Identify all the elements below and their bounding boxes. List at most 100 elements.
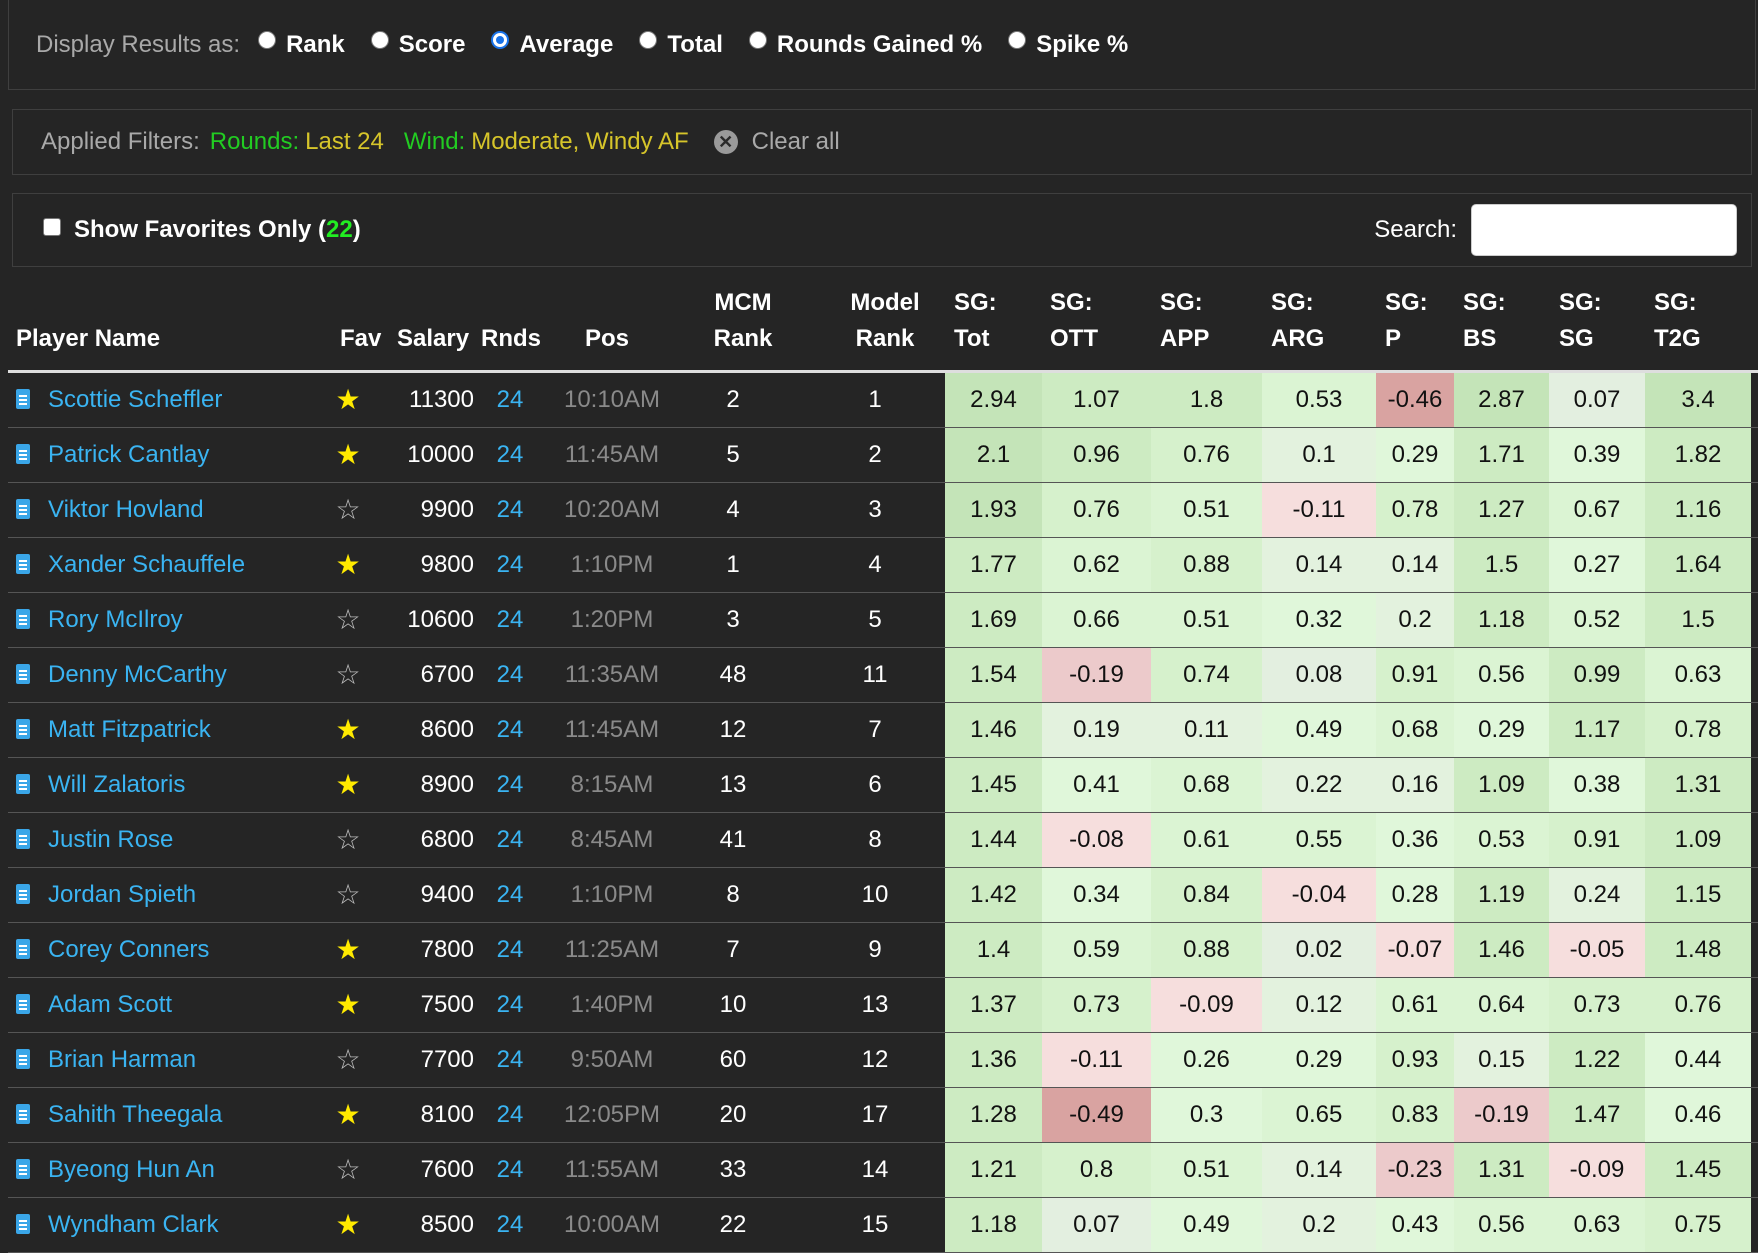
star-filled-icon[interactable]: ★ <box>334 978 362 1032</box>
player-name-link[interactable]: Denny McCarthy <box>48 648 227 702</box>
star-filled-icon[interactable]: ★ <box>334 923 362 977</box>
radio-circle[interactable] <box>1008 30 1027 49</box>
table-row: Corey Conners ★ 7800 24 11:25AM 7 9 1.4 0.59 0.88… <box>8 923 1758 978</box>
player-name-link[interactable]: Viktor Hovland <box>48 483 204 537</box>
star-outline-icon[interactable]: ☆ <box>334 483 362 537</box>
player-name-link[interactable]: Brian Harman <box>48 1033 196 1087</box>
rounds-link[interactable]: 24 <box>480 428 540 482</box>
rounds-link[interactable]: 24 <box>480 648 540 702</box>
rounds-link[interactable]: 24 <box>480 978 540 1032</box>
player-name-link[interactable]: Adam Scott <box>48 978 172 1032</box>
filter-rounds-value[interactable]: Last 24 <box>305 128 384 156</box>
document-icon[interactable] <box>16 829 30 849</box>
document-icon[interactable] <box>16 499 30 519</box>
star-filled-icon[interactable]: ★ <box>334 1198 362 1252</box>
header-sg-app[interactable]: SG: APP <box>1160 285 1209 357</box>
radio-circle[interactable] <box>491 30 510 49</box>
player-name-link[interactable]: Scottie Scheffler <box>48 373 222 427</box>
search-input[interactable] <box>1471 204 1737 256</box>
radio-circle[interactable] <box>370 30 389 49</box>
rounds-link[interactable]: 24 <box>480 1198 540 1252</box>
radio-rounds-gained[interactable]: Rounds Gained % <box>748 30 982 59</box>
header-sg-tot[interactable]: SG: Tot <box>954 285 997 357</box>
header-mcm-rank[interactable]: MCM Rank <box>688 285 798 357</box>
player-name-link[interactable]: Rory McIlroy <box>48 593 183 647</box>
star-outline-icon[interactable]: ☆ <box>334 813 362 867</box>
document-icon[interactable] <box>16 1159 30 1179</box>
player-name-link[interactable]: Will Zalatoris <box>48 758 185 812</box>
rounds-link[interactable]: 24 <box>480 538 540 592</box>
header-player-name[interactable]: Player Name <box>16 285 160 357</box>
header-fav[interactable]: Fav <box>340 285 381 357</box>
player-name-link[interactable]: Byeong Hun An <box>48 1143 215 1197</box>
document-icon[interactable] <box>16 774 30 794</box>
star-filled-icon[interactable]: ★ <box>334 758 362 812</box>
filter-wind-value[interactable]: Moderate, Windy AF <box>471 128 688 156</box>
star-filled-icon[interactable]: ★ <box>334 703 362 757</box>
star-outline-icon[interactable]: ☆ <box>334 1033 362 1087</box>
rounds-link[interactable]: 24 <box>480 373 540 427</box>
player-name-link[interactable]: Wyndham Clark <box>48 1198 219 1252</box>
document-icon[interactable] <box>16 994 30 1014</box>
header-pos[interactable]: Pos <box>585 285 629 357</box>
header-sg-t2g[interactable]: SG: T2G <box>1654 285 1701 357</box>
rounds-link[interactable]: 24 <box>480 813 540 867</box>
player-name-link[interactable]: Jordan Spieth <box>48 868 196 922</box>
document-icon[interactable] <box>16 444 30 464</box>
radio-circle[interactable] <box>748 30 767 49</box>
star-outline-icon[interactable]: ☆ <box>334 648 362 702</box>
radio-circle[interactable] <box>639 30 658 49</box>
clear-all-button[interactable]: Clear all <box>752 128 840 156</box>
header-rnds[interactable]: Rnds <box>481 285 541 357</box>
header-model-rank[interactable]: Model Rank <box>830 285 940 357</box>
player-name-link[interactable]: Corey Conners <box>48 923 209 977</box>
rounds-link[interactable]: 24 <box>480 1088 540 1142</box>
player-name-link[interactable]: Xander Schauffele <box>48 538 245 592</box>
document-icon[interactable] <box>16 554 30 574</box>
clear-icon[interactable]: ✕ <box>713 130 738 154</box>
star-outline-icon[interactable]: ☆ <box>334 593 362 647</box>
radio-rank[interactable]: Rank <box>258 30 345 59</box>
player-name-link[interactable]: Justin Rose <box>48 813 173 867</box>
document-icon[interactable] <box>16 1214 30 1234</box>
rounds-link[interactable]: 24 <box>480 483 540 537</box>
rounds-link[interactable]: 24 <box>480 758 540 812</box>
player-name-link[interactable]: Patrick Cantlay <box>48 428 209 482</box>
radio-score[interactable]: Score <box>370 30 465 59</box>
document-icon[interactable] <box>16 939 30 959</box>
document-icon[interactable] <box>16 389 30 409</box>
star-filled-icon[interactable]: ★ <box>334 428 362 482</box>
header-salary[interactable]: Salary <box>397 285 469 357</box>
radio-circle[interactable] <box>258 30 277 49</box>
rounds-link[interactable]: 24 <box>480 1143 540 1197</box>
header-label: SG: <box>1385 289 1428 316</box>
rounds-link[interactable]: 24 <box>480 703 540 757</box>
player-name-link[interactable]: Matt Fitzpatrick <box>48 703 211 757</box>
rounds-link[interactable]: 24 <box>480 593 540 647</box>
star-filled-icon[interactable]: ★ <box>334 1088 362 1142</box>
rounds-link[interactable]: 24 <box>480 923 540 977</box>
radio-total[interactable]: Total <box>639 30 723 59</box>
header-sg-p[interactable]: SG: P <box>1385 285 1428 357</box>
document-icon[interactable] <box>16 609 30 629</box>
star-filled-icon[interactable]: ★ <box>334 538 362 592</box>
rounds-link[interactable]: 24 <box>480 868 540 922</box>
header-sg-bs[interactable]: SG: BS <box>1463 285 1506 357</box>
document-icon[interactable] <box>16 719 30 739</box>
document-icon[interactable] <box>16 884 30 904</box>
favorites-checkbox[interactable] <box>43 218 61 236</box>
document-icon[interactable] <box>16 1104 30 1124</box>
star-filled-icon[interactable]: ★ <box>334 373 362 427</box>
star-outline-icon[interactable]: ☆ <box>334 1143 362 1197</box>
star-outline-icon[interactable]: ☆ <box>334 868 362 922</box>
rounds-link[interactable]: 24 <box>480 1033 540 1087</box>
favorites-label[interactable]: Show Favorites Only (22) <box>74 216 361 244</box>
radio-spike[interactable]: Spike % <box>1008 30 1128 59</box>
document-icon[interactable] <box>16 1049 30 1069</box>
header-sg-sg[interactable]: SG: SG <box>1559 285 1602 357</box>
header-sg-ott[interactable]: SG: OTT <box>1050 285 1098 357</box>
player-name-link[interactable]: Sahith Theegala <box>48 1088 222 1142</box>
header-sg-arg[interactable]: SG: ARG <box>1271 285 1324 357</box>
document-icon[interactable] <box>16 664 30 684</box>
radio-average[interactable]: Average <box>491 30 613 59</box>
